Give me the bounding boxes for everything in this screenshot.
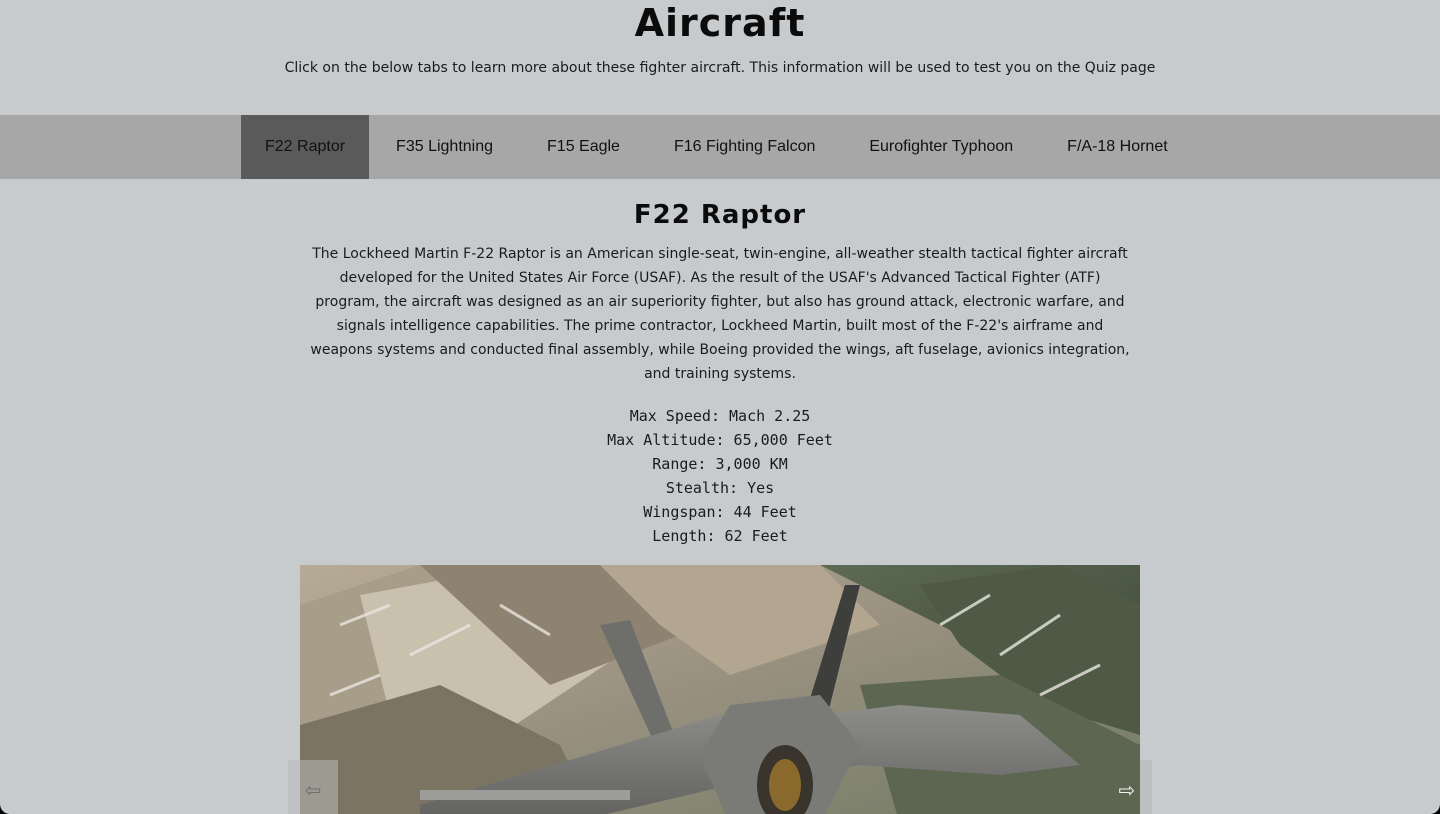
tab-fa18-hornet[interactable]: F/A-18 Hornet: [1040, 115, 1194, 179]
tab-f35-lightning[interactable]: F35 Lightning: [369, 115, 520, 179]
tab-eurofighter-typhoon[interactable]: Eurofighter Typhoon: [842, 115, 1040, 179]
aircraft-specs: Max Speed: Mach 2.25 Max Altitude: 65,00…: [0, 404, 1440, 548]
aircraft-tab-bar: F22 Raptor F35 Lightning F15 Eagle F16 F…: [0, 115, 1440, 179]
spec-max-speed: Max Speed: Mach 2.25: [629, 407, 811, 425]
carousel-prev-button[interactable]: ⇦: [288, 760, 338, 814]
carousel-next-edge: [1140, 760, 1152, 814]
tab-f15-eagle[interactable]: F15 Eagle: [520, 115, 647, 179]
tab-f16-fighting-falcon[interactable]: F16 Fighting Falcon: [647, 115, 842, 179]
aircraft-description: The Lockheed Martin F-22 Raptor is an Am…: [310, 246, 1130, 382]
arrow-left-icon: ⇦: [304, 778, 322, 802]
intro-text: Click on the below tabs to learn more ab…: [284, 60, 1156, 76]
tab-f22-raptor[interactable]: F22 Raptor: [241, 115, 370, 179]
spec-length: Length: 62 Feet: [652, 527, 788, 545]
spec-range: Range: 3,000 KM: [652, 455, 788, 473]
page-title: Aircraft: [634, 1, 806, 45]
aircraft-tabs: F22 Raptor F35 Lightning F15 Eagle F16 F…: [241, 115, 1195, 179]
spec-wingspan: Wingspan: 44 Feet: [643, 503, 797, 521]
aircraft-photo: [300, 565, 1140, 814]
aircraft-title: F22 Raptor: [633, 200, 807, 230]
app-window: Aircraft Click on the below tabs to lear…: [0, 0, 1440, 814]
spec-stealth: Stealth: Yes: [665, 479, 775, 497]
arrow-right-icon: ⇨: [1118, 778, 1136, 802]
spec-max-altitude: Max Altitude: 65,000 Feet: [607, 431, 833, 449]
